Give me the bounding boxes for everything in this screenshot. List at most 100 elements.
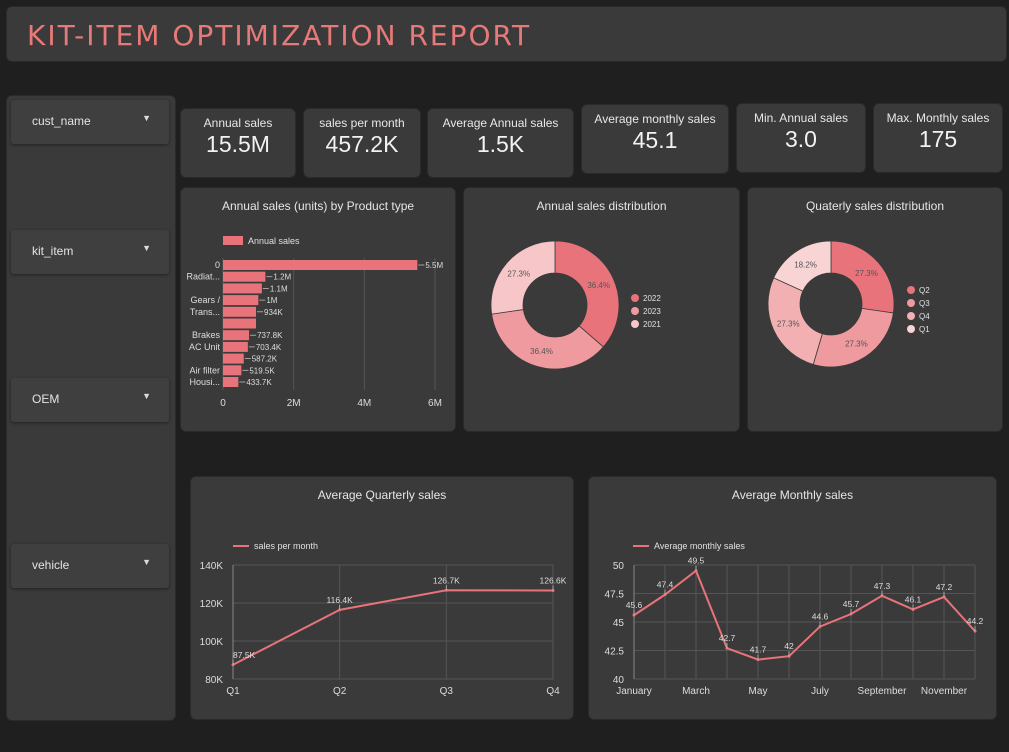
kpi-value: 45.1 xyxy=(632,127,678,153)
oem-filter[interactable]: OEM ▼ xyxy=(11,378,169,422)
kpi-value: 457.2K xyxy=(325,131,399,157)
data-label: 126.6K xyxy=(540,575,567,585)
legend-dot xyxy=(907,286,915,294)
legend-label: 2023 xyxy=(643,307,661,316)
report-header: KIT-ITEM OPTIMIZATION REPORT xyxy=(6,6,1007,62)
x-tick-label: 2M xyxy=(287,398,301,409)
x-tick-label: Q1 xyxy=(226,686,240,697)
slice-label: 27.3% xyxy=(507,270,530,279)
data-label: 519.5K xyxy=(249,366,275,375)
bar xyxy=(223,341,248,352)
y-tick-label: 45 xyxy=(613,618,625,629)
y-tick-label: 42.5 xyxy=(605,647,625,658)
data-label: 46.1 xyxy=(905,594,922,604)
kpi-sales-per-month: sales per month 457.2K xyxy=(303,108,421,178)
filter-label: OEM xyxy=(32,392,60,406)
legend-label: Q3 xyxy=(919,299,930,308)
data-label: 934K xyxy=(264,308,283,317)
y-tick-label: 100K xyxy=(200,637,224,648)
series-line xyxy=(633,569,976,661)
y-tick-label: 120K xyxy=(200,599,224,610)
kpi-max-monthly-sales: Max. Monthly sales 175 xyxy=(873,103,1003,173)
donut-chart-canvas: 36.4% 36.4% 27.3% 2022 2023 2021 xyxy=(490,240,661,370)
bar xyxy=(223,295,259,306)
data-label: 737.8K xyxy=(257,331,283,340)
data-label: 87.5K xyxy=(233,650,256,660)
data-label: 47.4 xyxy=(657,580,674,590)
x-tick-label: May xyxy=(749,686,768,697)
data-label: 42.7 xyxy=(719,633,736,643)
x-tick-label: Q3 xyxy=(440,686,454,697)
data-label: 126.7K xyxy=(433,575,460,585)
kit-item-filter[interactable]: kit_item ▼ xyxy=(11,230,169,274)
x-tick-label: September xyxy=(858,686,908,697)
report-title: KIT-ITEM OPTIMIZATION REPORT xyxy=(27,19,532,52)
line-chart-canvas: Average monthly sales 40 42.5 45 47.5 50 Janua… xyxy=(605,541,984,697)
donut-slice xyxy=(812,307,894,368)
filter-label: kit_item xyxy=(32,244,74,258)
monthly-sales-line-chart: Average Monthly sales Average monthly sa… xyxy=(588,476,997,720)
slice-label: 27.3% xyxy=(855,269,878,278)
cust-name-filter[interactable]: cust_name ▼ xyxy=(11,100,169,144)
legend-label: Annual sales xyxy=(248,236,300,246)
data-label: 44.6 xyxy=(812,612,829,622)
kpi-min-annual-sales: Min. Annual sales 3.0 xyxy=(736,103,866,173)
kpi-label: Annual sales xyxy=(203,116,273,130)
y-tick-label: 40 xyxy=(613,675,625,686)
y-tick-label: 47.5 xyxy=(605,590,625,601)
category-label: Trans... xyxy=(190,307,220,317)
legend-label: Q1 xyxy=(919,325,930,334)
bar xyxy=(223,353,244,364)
kpi-average-annual-sales: Average Annual sales 1.5K xyxy=(427,108,574,178)
kpi-label: Max. Monthly sales xyxy=(886,111,990,125)
x-tick-label: March xyxy=(682,686,710,697)
donut-slice xyxy=(554,240,620,348)
data-label: 116.4K xyxy=(327,595,354,605)
x-tick-label: 0 xyxy=(220,398,226,409)
data-label: 47.3 xyxy=(874,581,891,591)
data-label: 1.1M xyxy=(270,284,288,293)
filter-panel: cust_name ▼ kit_item ▼ OEM ▼ vehicle ▼ xyxy=(6,95,176,721)
data-label: 47.2 xyxy=(936,582,953,592)
data-label: 433.7K xyxy=(246,378,272,387)
vehicle-filter[interactable]: vehicle ▼ xyxy=(11,544,169,588)
bar xyxy=(223,377,239,387)
bar xyxy=(223,365,242,376)
legend-label: sales per month xyxy=(254,541,318,551)
bar xyxy=(223,271,266,282)
category-label: Brakes xyxy=(192,330,221,340)
bar xyxy=(223,283,262,294)
filter-label: vehicle xyxy=(32,558,70,572)
bar xyxy=(223,318,257,329)
slice-label: 27.3% xyxy=(777,320,800,329)
legend-label: Q2 xyxy=(919,286,930,295)
legend-label: 2021 xyxy=(643,320,661,329)
legend-label: 2022 xyxy=(643,294,661,303)
legend-dot xyxy=(631,307,639,315)
bar xyxy=(223,260,418,270)
kpi-label: sales per month xyxy=(319,116,405,130)
legend-swatch xyxy=(223,236,243,245)
data-label: 1M xyxy=(266,296,277,305)
bar xyxy=(223,306,257,317)
legend-dot xyxy=(631,294,639,302)
x-tick-label: July xyxy=(811,686,829,697)
category-label: Air filter xyxy=(189,365,220,375)
x-tick-label: 4M xyxy=(357,398,371,409)
donut-chart-canvas: 27.3% 27.3% 27.3% 18.2% Q2 Q3 Q4 Q1 xyxy=(767,240,930,368)
data-label: 45.6 xyxy=(626,600,643,610)
bar-chart-canvas: Annual sales 0 2M 4M 6M 0 5.5M Radiat... 1.2M 1.1… xyxy=(186,236,443,409)
category-label: Radiat... xyxy=(186,272,220,282)
x-tick-label: Q4 xyxy=(546,686,560,697)
legend-label: Q4 xyxy=(919,312,930,321)
kpi-value: 1.5K xyxy=(476,131,525,157)
slice-label: 18.2% xyxy=(794,260,817,269)
legend-dot xyxy=(631,320,639,328)
series-line xyxy=(232,589,554,666)
filter-label: cust_name xyxy=(32,114,91,128)
caret-down-icon: ▼ xyxy=(142,113,151,123)
category-label: Housi... xyxy=(189,377,220,387)
caret-down-icon: ▼ xyxy=(142,391,151,401)
annual-distribution-donut: Annual sales distribution 36.4% 36.4% 27.3… xyxy=(463,187,740,432)
kpi-average-monthly-sales: Average monthly sales 45.1 xyxy=(581,104,729,174)
